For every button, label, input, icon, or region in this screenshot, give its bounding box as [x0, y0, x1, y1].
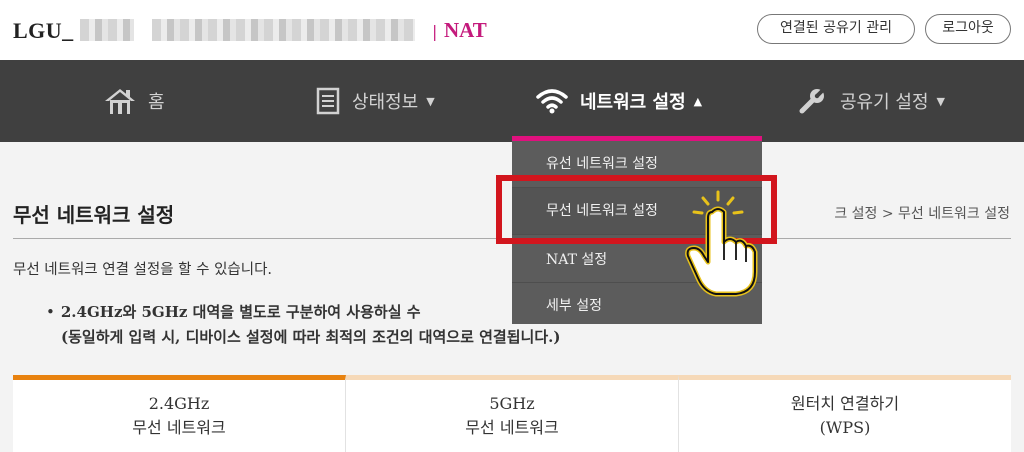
chevron-up-icon: ▲	[693, 94, 703, 108]
band-note-detail: (동일하게 입력 시, 디바이스 설정에 따라 최적의 조건의 대역으로 연결됩…	[61, 328, 561, 346]
page-description: 무선 네트워크 연결 설정을 할 수 있습니다.	[13, 262, 273, 278]
hand-pointer-icon	[682, 190, 762, 300]
chevron-down-icon: ▼	[426, 94, 435, 108]
main-nav: 홈 상태정보 ▼ 네트워크 설정 ▲ 공유기 설정 ▼	[0, 60, 1024, 142]
document-icon	[316, 87, 340, 115]
bullet: •	[46, 303, 55, 321]
logout-button[interactable]: 로그아웃	[925, 14, 1011, 44]
nav-status-label: 상태정보	[352, 92, 419, 113]
band-note: • 2.4GHz와 5GHz 대역을 별도로 구분하여 사용하실 수	[46, 301, 421, 322]
tab-2-4ghz[interactable]: 2.4GHz 무선 네트워크	[13, 375, 346, 452]
brand-name: LGU_	[13, 18, 74, 43]
mode-label: NAT	[444, 18, 487, 42]
tab-wps-line1: 원터치 연결하기	[790, 394, 900, 413]
band-tabs: 2.4GHz 무선 네트워크 5GHz 무선 네트워크 원터치 연결하기 (WP…	[13, 375, 1011, 452]
chevron-down-icon: ▼	[936, 94, 945, 108]
wifi-icon	[536, 88, 568, 114]
redacted-text	[152, 19, 415, 41]
wrench-icon	[798, 87, 828, 115]
connected-routers-button[interactable]: 연결된 공유기 관리	[757, 14, 915, 44]
tab-wps[interactable]: 원터치 연결하기 (WPS)	[679, 375, 1011, 452]
tab-2-4ghz-line1: 2.4GHz	[148, 394, 210, 413]
tab-wps-line2: (WPS)	[819, 418, 871, 437]
nav-home[interactable]: 홈	[104, 60, 165, 142]
nav-network[interactable]: 네트워크 설정 ▲	[536, 60, 702, 142]
nav-network-label: 네트워크 설정	[580, 92, 686, 113]
tab-5ghz-line2: 무선 네트워크	[465, 418, 559, 437]
tab-2-4ghz-line2: 무선 네트워크	[132, 418, 226, 437]
top-bar: LGU_ | NAT 연결된 공유기 관리 로그아웃	[0, 0, 1024, 60]
brand-separator: |	[432, 22, 438, 41]
nav-home-label: 홈	[148, 92, 165, 113]
page-title: 무선 네트워크 설정	[13, 203, 175, 227]
breadcrumb: 크 설정 > 무선 네트워크 설정	[834, 206, 1010, 222]
tab-5ghz-line1: 5GHz	[489, 394, 535, 413]
tab-5ghz[interactable]: 5GHz 무선 네트워크	[346, 375, 679, 452]
nav-status[interactable]: 상태정보 ▼	[316, 60, 435, 142]
nav-router[interactable]: 공유기 설정 ▼	[798, 60, 945, 142]
band-note-text: 2.4GHz와 5GHz 대역을 별도로 구분하여 사용하실 수	[60, 303, 421, 321]
home-icon	[104, 87, 136, 115]
redacted-text	[80, 19, 134, 41]
nav-router-label: 공유기 설정	[840, 92, 929, 113]
